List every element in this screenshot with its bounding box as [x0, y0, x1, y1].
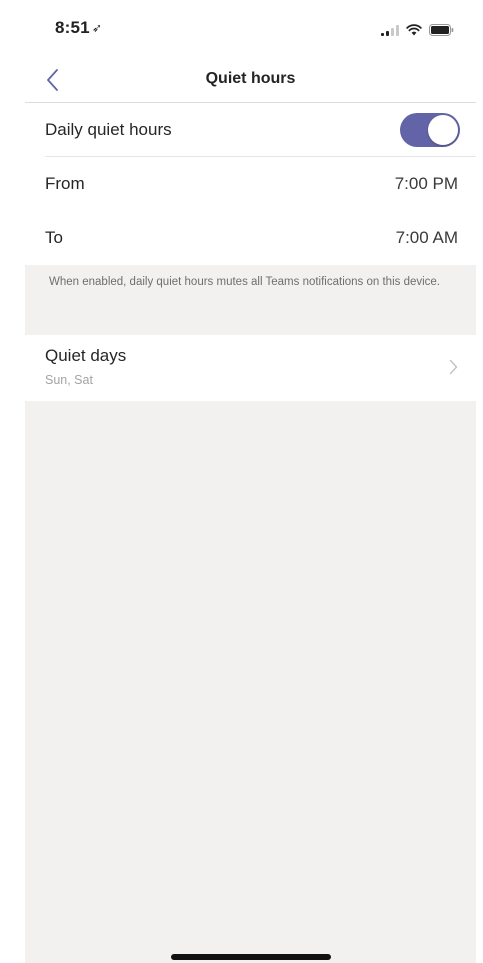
daily-quiet-hours-row: Daily quiet hours — [25, 103, 476, 157]
daily-quiet-hours-label: Daily quiet hours — [45, 120, 172, 139]
status-icons — [381, 22, 454, 36]
wifi-icon — [406, 24, 422, 36]
navigation-bar: Quiet hours — [25, 58, 476, 103]
cellular-signal-icon — [381, 24, 399, 36]
quiet-hours-settings-group: Daily quiet hours From 7:00 PM To 7:00 A… — [25, 103, 476, 265]
from-row[interactable]: From 7:00 PM — [25, 157, 476, 211]
to-label: To — [45, 228, 63, 247]
status-time: 8:51 ➶ — [55, 18, 102, 38]
quiet-days-value: Sun, Sat — [45, 373, 93, 387]
page-title: Quiet hours — [205, 70, 296, 87]
to-time-value[interactable]: 7:00 AM — [396, 228, 458, 248]
home-indicator[interactable] — [171, 954, 331, 960]
quiet-days-group: Quiet days Sun, Sat — [25, 335, 476, 401]
from-time-value[interactable]: 7:00 PM — [395, 174, 458, 194]
toggle-knob — [428, 115, 458, 145]
location-arrow-icon: ➶ — [91, 21, 103, 35]
quiet-days-label: Quiet days — [45, 346, 127, 365]
phone-screen: 8:51 ➶ Quiet hours Daily quiet hours Fro… — [25, 0, 476, 963]
status-bar: 8:51 ➶ — [25, 0, 476, 58]
chevron-right-icon — [449, 359, 458, 375]
to-row[interactable]: To 7:00 AM — [25, 211, 476, 265]
quiet-days-row[interactable]: Quiet days Sun, Sat — [25, 335, 476, 401]
daily-quiet-hours-toggle[interactable] — [400, 113, 460, 147]
battery-icon — [429, 24, 454, 36]
status-time-text: 8:51 — [55, 18, 90, 37]
from-label: From — [45, 174, 85, 193]
quiet-hours-footnote: When enabled, daily quiet hours mutes al… — [49, 276, 441, 288]
